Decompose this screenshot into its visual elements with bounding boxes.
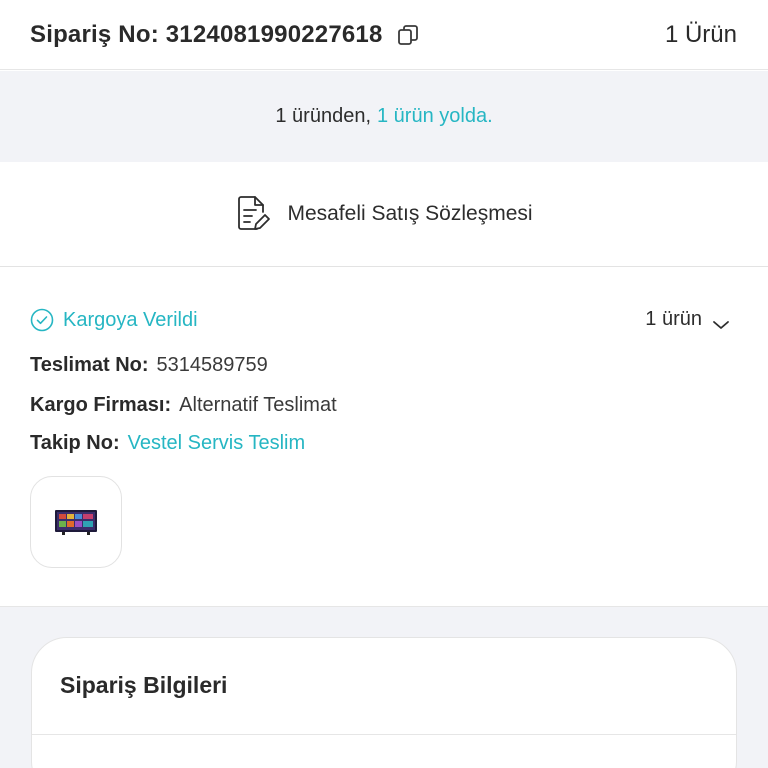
carrier-row: Kargo Firması: Alternatif Teslimat [30,394,337,417]
order-item-count: 1 Ürün [664,20,737,48]
status-banner: 1 üründen, 1 ürün yolda. [0,71,768,162]
shipment-status-text: Kargoya Verildi [63,308,198,331]
order-number-group: Sipariş No: 3124081990227618 [30,21,419,49]
tracking-row: Takip No: Vestel Servis Teslim [30,432,305,455]
tracking-link[interactable]: Vestel Servis Teslim [128,432,305,454]
shipment-status: Kargoya Verildi [30,308,198,332]
tracking-label: Takip No: [30,432,120,454]
copy-icon[interactable] [397,24,419,46]
delivery-number-row: Teslimat No: 5314589759 [30,354,268,377]
delivery-number-value: 5314589759 [156,354,268,376]
contract-label: Mesafeli Satış Sözleşmesi [287,202,533,225]
tv-product-image [55,510,97,535]
divider [32,734,736,735]
order-info-title: Sipariş Bilgileri [60,672,228,698]
status-banner-highlight: 1 ürün yolda. [377,105,493,127]
product-thumbnail[interactable] [30,476,122,568]
order-info-card: Sipariş Bilgileri [31,637,737,768]
carrier-label: Kargo Firması: [30,394,172,416]
order-header: Sipariş No: 3124081990227618 1 Ürün [0,0,768,70]
document-edit-icon [235,195,271,233]
check-circle-icon [30,308,54,332]
shipment-card: Kargoya Verildi 1 ürün Teslimat No: 53145… [0,268,768,606]
delivery-number-label: Teslimat No: [30,354,149,376]
status-banner-prefix: 1 üründen, [275,105,371,127]
carrier-value: Alternatif Teslimat [179,394,337,416]
chevron-down-icon [712,314,730,329]
shipment-item-count: 1 ürün [645,308,702,330]
shipment-items-toggle[interactable]: 1 ürün [645,308,730,331]
order-number: Sipariş No: 3124081990227618 [30,20,383,48]
distance-sales-contract-link[interactable]: Mesafeli Satış Sözleşmesi [0,162,768,267]
